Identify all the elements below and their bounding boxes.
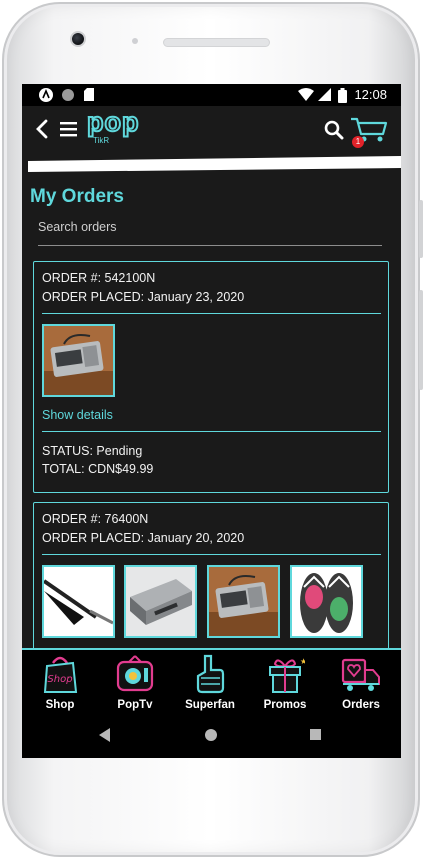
- guitar-product-image: [44, 567, 113, 636]
- radio-product-image: [44, 326, 113, 395]
- order-card: ORDER #: 76400N ORDER PLACED: January 20…: [33, 502, 389, 672]
- clock: 12:08: [354, 87, 387, 102]
- order-card: ORDER #: 542100N ORDER PLACED: January 2…: [33, 261, 389, 493]
- nav-item-poptv[interactable]: PopTv: [99, 654, 171, 712]
- shop-bag-icon: Shop: [43, 656, 78, 693]
- radio-product-image: [209, 567, 278, 636]
- divider: [42, 431, 381, 432]
- front-camera: [70, 31, 86, 47]
- order-status: STATUS: Pending: [42, 444, 143, 458]
- order-number: ORDER #: 76400N: [42, 512, 149, 526]
- vcr-product-image: [126, 567, 195, 636]
- orders-truck-icon: [341, 658, 380, 691]
- search-orders-input[interactable]: Search orders: [38, 218, 382, 246]
- svg-text:Shop: Shop: [47, 674, 72, 685]
- screen: 12:08 pop TikR 1 My Orders Search orders…: [22, 84, 401, 758]
- wifi-icon: [298, 88, 314, 101]
- product-thumbnail-flip-flops[interactable]: [290, 565, 363, 638]
- product-thumbnail-vcr[interactable]: [124, 565, 197, 638]
- proximity-sensor: [132, 38, 138, 44]
- bottom-navigation: Shop Shop PopTv Superfan ★ Promos Orders: [22, 648, 401, 712]
- header-banner-strip: [28, 156, 401, 172]
- volume-button: [419, 290, 423, 390]
- recents-square-icon[interactable]: [310, 729, 322, 741]
- hamburger-menu-icon[interactable]: [60, 121, 78, 137]
- order-total: TOTAL: CDN$49.99: [42, 462, 154, 476]
- nav-label: Promos: [263, 699, 307, 711]
- earpiece-speaker: [163, 38, 270, 47]
- nav-label: Superfan: [185, 699, 235, 711]
- signal-icon: [318, 88, 331, 101]
- page-title: My Orders: [30, 186, 124, 207]
- foam-finger-icon: [196, 654, 225, 694]
- back-triangle-icon[interactable]: [99, 728, 111, 742]
- svg-text:★: ★: [300, 657, 305, 666]
- order-placed-date: ORDER PLACED: January 23, 2020: [42, 290, 245, 304]
- flip-flops-product-image: [292, 567, 361, 636]
- product-thumbnail-radio[interactable]: [207, 565, 280, 638]
- power-button: [419, 200, 423, 258]
- nav-item-promos[interactable]: ★ Promos: [249, 654, 321, 712]
- record-icon: [62, 89, 74, 101]
- nav-item-orders[interactable]: Orders: [325, 654, 397, 712]
- divider: [42, 313, 381, 314]
- gift-icon: ★: [269, 657, 305, 693]
- status-bar: 12:08: [22, 84, 401, 106]
- order-number: ORDER #: 542100N: [42, 271, 156, 285]
- home-circle-icon[interactable]: [204, 728, 218, 742]
- app-bar: pop TikR 1: [22, 106, 401, 156]
- nav-item-superfan[interactable]: Superfan: [174, 654, 246, 712]
- logo-subtitle: TikR: [93, 136, 110, 145]
- system-navigation-bar: [22, 712, 401, 758]
- nav-label: PopTv: [117, 699, 153, 711]
- product-thumbnail-radio[interactable]: [42, 324, 115, 397]
- back-arrow-icon[interactable]: [35, 119, 51, 139]
- battery-icon: [338, 88, 347, 103]
- show-details-link[interactable]: Show details: [42, 408, 113, 422]
- cart-count-badge: 1: [352, 136, 364, 148]
- tv-icon: [116, 655, 154, 692]
- order-placed-date: ORDER PLACED: January 20, 2020: [42, 531, 245, 545]
- nav-label: Orders: [342, 699, 380, 711]
- sd-card-icon: [84, 88, 94, 101]
- product-thumbnail-guitar[interactable]: [42, 565, 115, 638]
- poptikr-logo[interactable]: pop TikR: [86, 106, 139, 149]
- divider: [42, 554, 381, 555]
- nav-label: Shop: [45, 699, 75, 711]
- nav-item-shop[interactable]: Shop Shop: [24, 654, 96, 712]
- search-icon[interactable]: [324, 120, 344, 140]
- logo-wordmark: pop: [86, 106, 140, 138]
- app-notification-icon: [39, 88, 53, 102]
